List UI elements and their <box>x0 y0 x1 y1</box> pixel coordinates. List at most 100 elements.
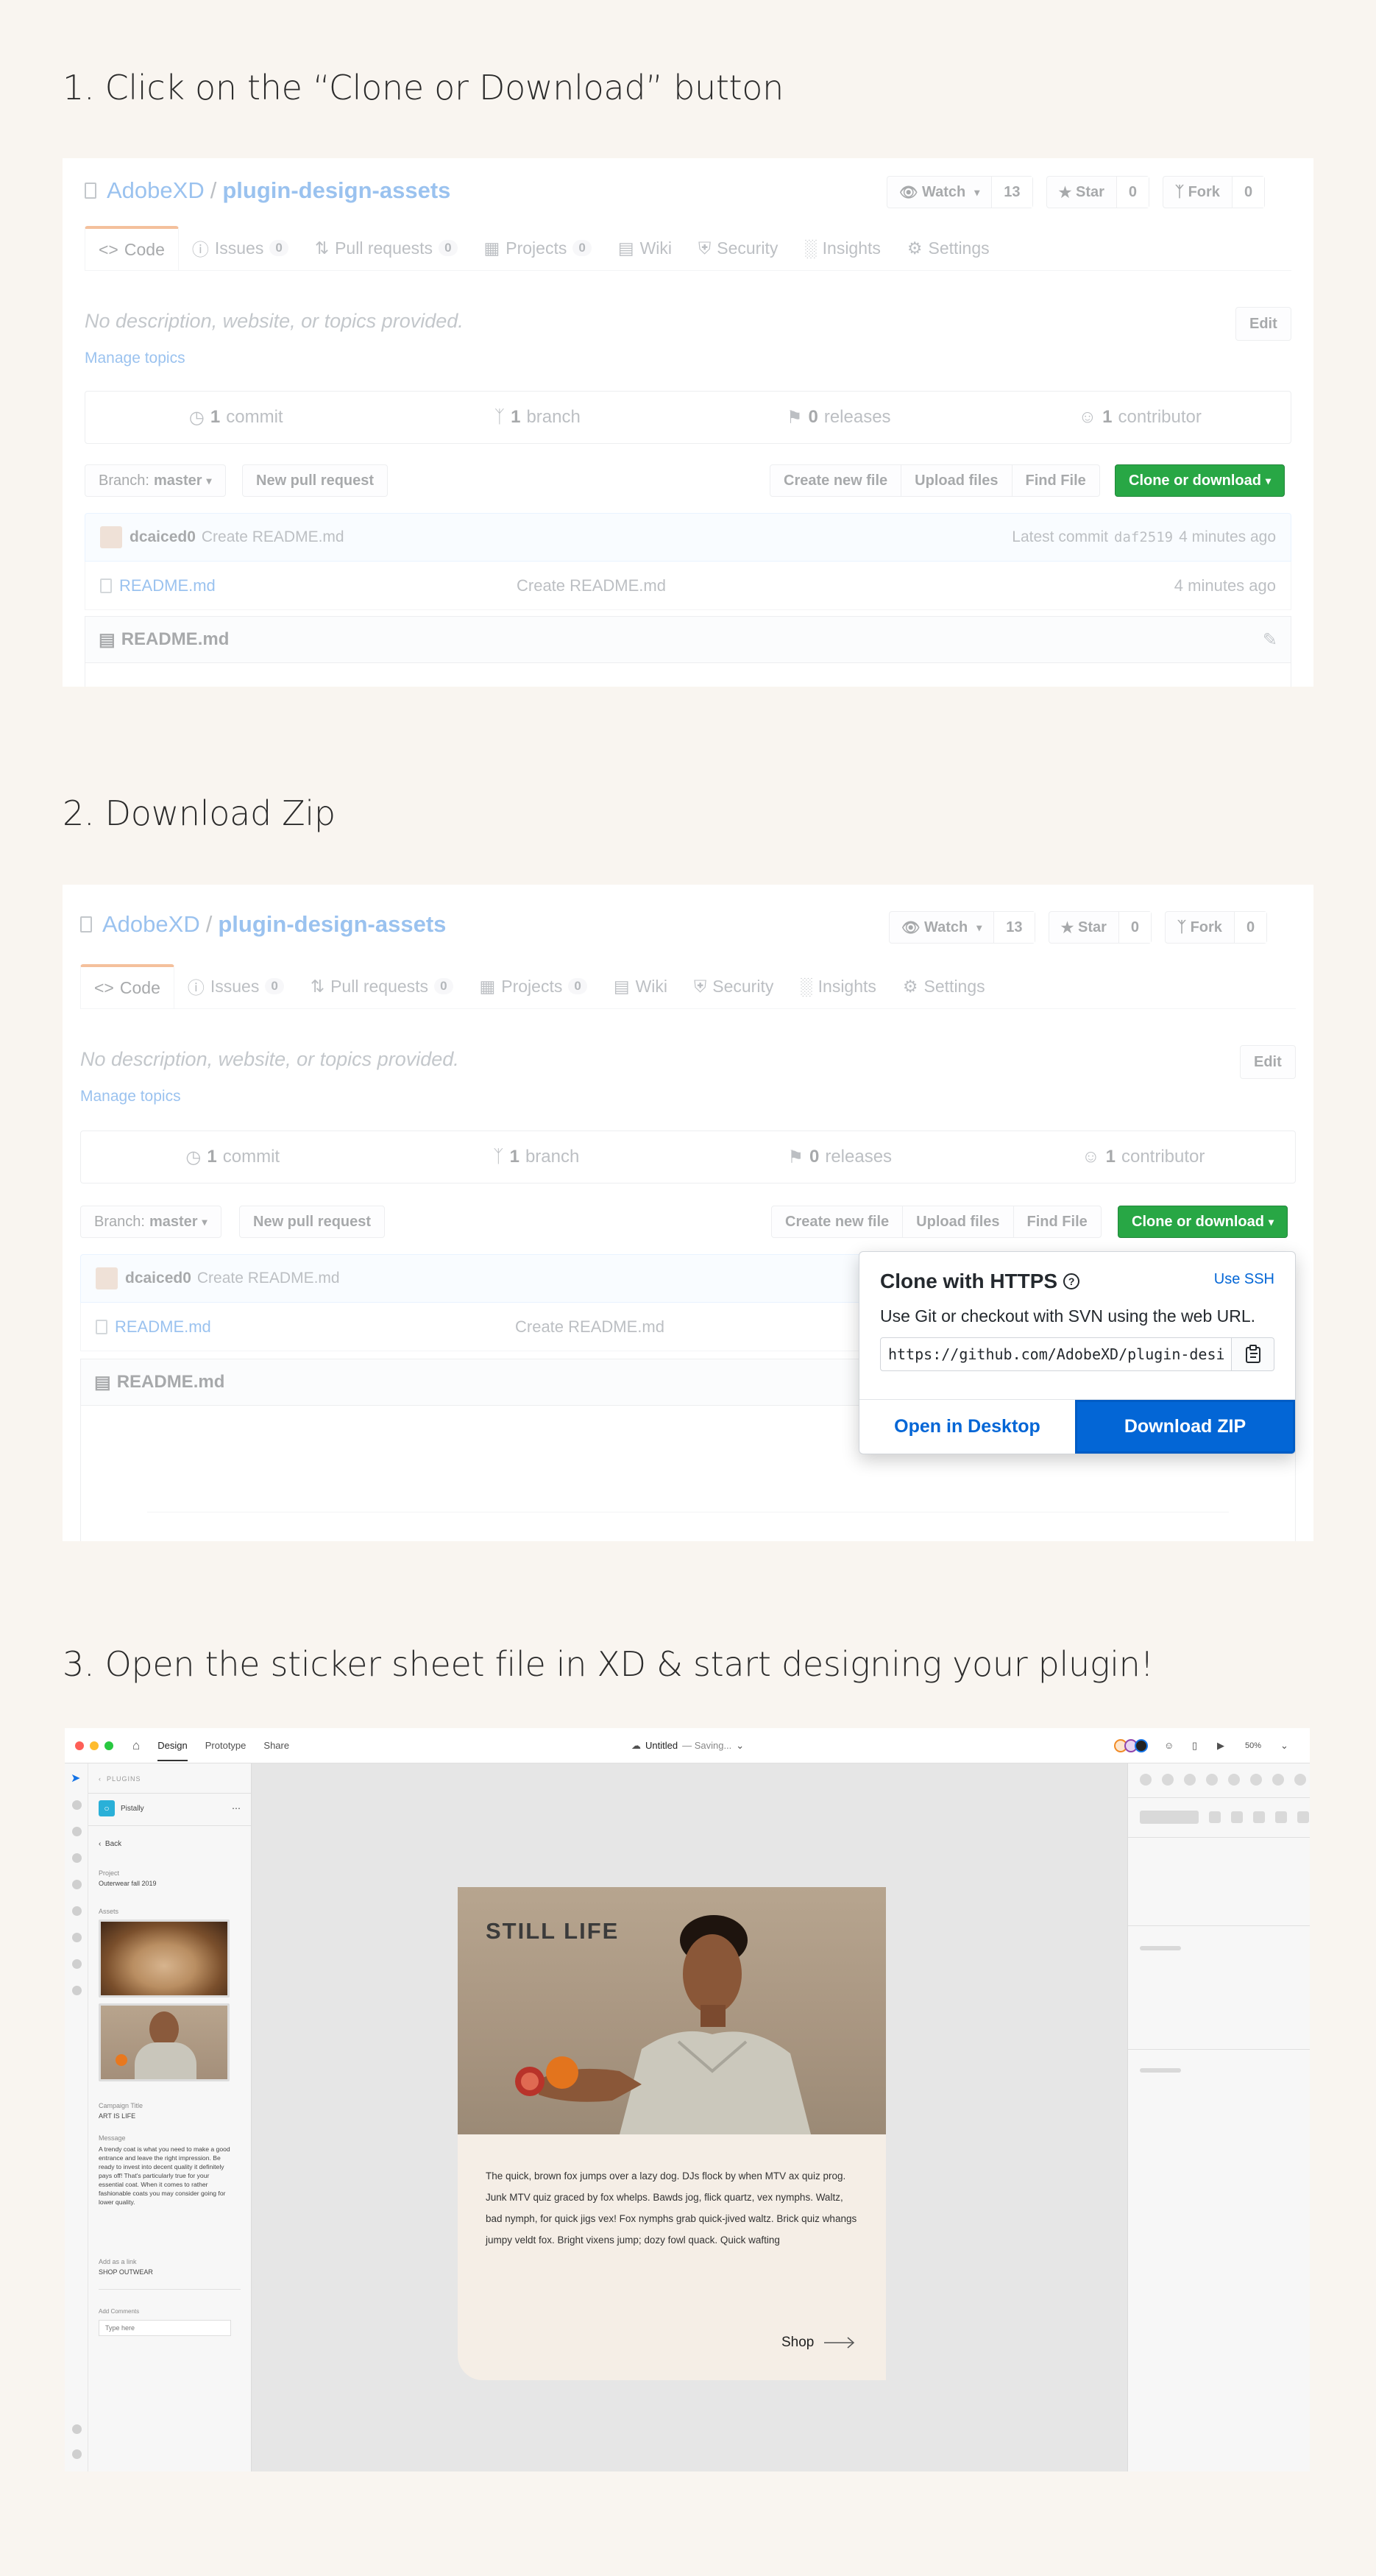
create-new-file-button[interactable]: Create new file <box>771 1206 904 1238</box>
find-file-button[interactable]: Find File <box>1011 464 1100 497</box>
group-icon[interactable] <box>1297 1811 1309 1823</box>
branch-select[interactable]: Branch: master ▾ <box>85 464 226 497</box>
fork-button[interactable]: ᛉ Fork 0 <box>1165 911 1268 944</box>
project-value[interactable]: Outerwear fall 2019 <box>99 1880 157 1887</box>
find-file-button[interactable]: Find File <box>1013 1206 1102 1238</box>
zoom-level[interactable]: 50% <box>1245 1741 1261 1750</box>
tab-prototype[interactable]: Prototype <box>205 1740 247 1751</box>
contributors-stat[interactable]: ☺ 1 contributor <box>992 1131 1296 1183</box>
clone-url-input[interactable] <box>880 1337 1232 1371</box>
commits-stat[interactable]: ◷ 1 commit <box>85 392 387 443</box>
fork-button[interactable]: ᛉ Fork 0 <box>1163 176 1266 208</box>
asset-thumbnail-pottery[interactable] <box>99 1919 230 1998</box>
tab-design[interactable]: Design <box>157 1730 188 1761</box>
new-pull-request-button[interactable]: New pull request <box>239 1206 386 1238</box>
repeat-grid-button[interactable] <box>1140 1811 1199 1824</box>
new-pull-request-button[interactable]: New pull request <box>242 464 389 497</box>
tab-issues[interactable]: ⓘ Issues 0 <box>174 964 297 1008</box>
tab-insights[interactable]: ░ Insights <box>787 964 890 1008</box>
manage-topics-link[interactable]: Manage topics <box>85 350 185 367</box>
artboard-card[interactable]: STILL LIFE The quick, brown fox jumps ov… <box>458 1887 886 2380</box>
download-zip-button[interactable]: Download ZIP <box>1075 1400 1295 1454</box>
releases-stat[interactable]: ⚑ 0 releases <box>688 1131 992 1183</box>
pen-tool-icon[interactable] <box>72 1906 82 1916</box>
repo-owner-link[interactable]: AdobeXD <box>107 177 205 204</box>
add-icon[interactable] <box>1209 1811 1221 1823</box>
watch-button[interactable]: 👁 Watch ▾ 13 <box>887 176 1033 208</box>
align-top-icon[interactable] <box>1206 1774 1218 1786</box>
campaign-title-value[interactable]: ART IS LIFE <box>99 2112 135 2120</box>
manage-topics-link[interactable]: Manage topics <box>80 1088 181 1105</box>
commit-author[interactable]: dcaiced0 <box>125 1270 191 1287</box>
branches-stat[interactable]: ᛉ 1 branch <box>387 392 689 443</box>
tab-settings[interactable]: ⚙ Settings <box>890 964 999 1008</box>
file-name-link[interactable]: README.md <box>115 1317 515 1337</box>
tab-code[interactable]: <> Code <box>80 964 174 1008</box>
create-new-file-button[interactable]: Create new file <box>770 464 902 497</box>
tab-issues[interactable]: ⓘ Issues 0 <box>179 226 302 270</box>
repo-name-link[interactable]: plugin-design-assets <box>222 177 450 204</box>
clone-or-download-button[interactable]: Clone or download ▾ <box>1118 1206 1288 1238</box>
line-tool-icon[interactable] <box>72 1880 82 1889</box>
releases-stat[interactable]: ⚑ 0 releases <box>688 392 990 443</box>
shop-link[interactable]: Shop <box>781 2335 855 2351</box>
device-preview-icon[interactable]: ▯ <box>1192 1740 1197 1752</box>
commits-stat[interactable]: ◷ 1 commit <box>81 1131 385 1183</box>
zoom-tool-icon[interactable] <box>72 1986 82 1995</box>
star-button[interactable]: ★ Star 0 <box>1048 911 1152 944</box>
ellipse-tool-icon[interactable] <box>72 1827 82 1836</box>
align-center-icon[interactable] <box>1162 1774 1174 1786</box>
upload-files-button[interactable]: Upload files <box>902 1206 1014 1238</box>
link-value[interactable]: SHOP OUTWEAR <box>99 2268 153 2276</box>
user-icon[interactable]: ☺ <box>1164 1740 1174 1751</box>
distribute-icon[interactable] <box>1272 1774 1284 1786</box>
align-middle-icon[interactable] <box>1228 1774 1240 1786</box>
commit-author[interactable]: dcaiced0 <box>130 528 196 546</box>
tab-security[interactable]: ⛨ Security <box>685 226 791 270</box>
file-commit-message[interactable]: Create README.md <box>515 1317 664 1337</box>
star-button[interactable]: ★ Star 0 <box>1046 176 1150 208</box>
close-window-button[interactable] <box>75 1741 84 1750</box>
minimize-window-button[interactable] <box>90 1741 99 1750</box>
maximize-window-button[interactable] <box>104 1741 113 1750</box>
message-value[interactable]: A trendy coat is what you need to make a… <box>99 2145 231 2207</box>
exclude-icon[interactable] <box>1275 1811 1287 1823</box>
align-bottom-icon[interactable] <box>1250 1774 1262 1786</box>
polygon-tool-icon[interactable] <box>72 1853 82 1863</box>
align-left-icon[interactable] <box>1140 1774 1152 1786</box>
repo-owner-link[interactable]: AdobeXD <box>102 911 200 938</box>
repo-name-link[interactable]: plugin-design-assets <box>218 911 446 938</box>
text-tool-icon[interactable] <box>72 1933 82 1942</box>
asset-thumbnail-model[interactable] <box>99 2003 230 2081</box>
assets-panel-icon[interactable] <box>72 2424 82 2434</box>
align-right-icon[interactable] <box>1184 1774 1196 1786</box>
tab-wiki[interactable]: ▤ Wiki <box>600 964 681 1008</box>
contributors-stat[interactable]: ☺ 1 contributor <box>990 392 1291 443</box>
commit-message[interactable]: Create README.md <box>197 1270 340 1287</box>
tab-projects[interactable]: ▦ Projects 0 <box>471 226 605 270</box>
tab-wiki[interactable]: ▤ Wiki <box>605 226 685 270</box>
intersect-icon[interactable] <box>1253 1811 1265 1823</box>
upload-files-button[interactable]: Upload files <box>901 464 1013 497</box>
commit-message[interactable]: Create README.md <box>202 528 344 546</box>
watch-button[interactable]: 👁 Watch ▾ 13 <box>889 911 1035 944</box>
tab-settings[interactable]: ⚙ Settings <box>894 226 1003 270</box>
more-options-icon[interactable]: ⋯ <box>232 1803 241 1814</box>
commit-hash[interactable]: daf2519 <box>1114 529 1173 545</box>
rectangle-tool-icon[interactable] <box>72 1800 82 1810</box>
subtract-icon[interactable] <box>1231 1811 1243 1823</box>
chevron-left-icon[interactable]: ‹ <box>99 1775 102 1783</box>
artboard-tool-icon[interactable] <box>72 1959 82 1969</box>
tab-insights[interactable]: ░ Insights <box>791 226 894 270</box>
file-name-link[interactable]: README.md <box>119 576 517 595</box>
branches-stat[interactable]: ᛉ 1 branch <box>385 1131 689 1183</box>
pencil-icon[interactable]: ✎ <box>1263 629 1277 651</box>
open-in-desktop-button[interactable]: Open in Desktop <box>859 1400 1075 1454</box>
tab-code[interactable]: <> Code <box>85 226 179 270</box>
branch-select[interactable]: Branch: master ▾ <box>80 1206 221 1238</box>
play-icon[interactable]: ▶ <box>1217 1740 1224 1752</box>
edit-button[interactable]: Edit <box>1240 1045 1296 1079</box>
copy-to-clipboard-button[interactable] <box>1232 1337 1274 1371</box>
comments-input[interactable] <box>99 2320 231 2336</box>
design-canvas[interactable]: STILL LIFE The quick, brown fox jumps ov… <box>252 1763 1127 2471</box>
